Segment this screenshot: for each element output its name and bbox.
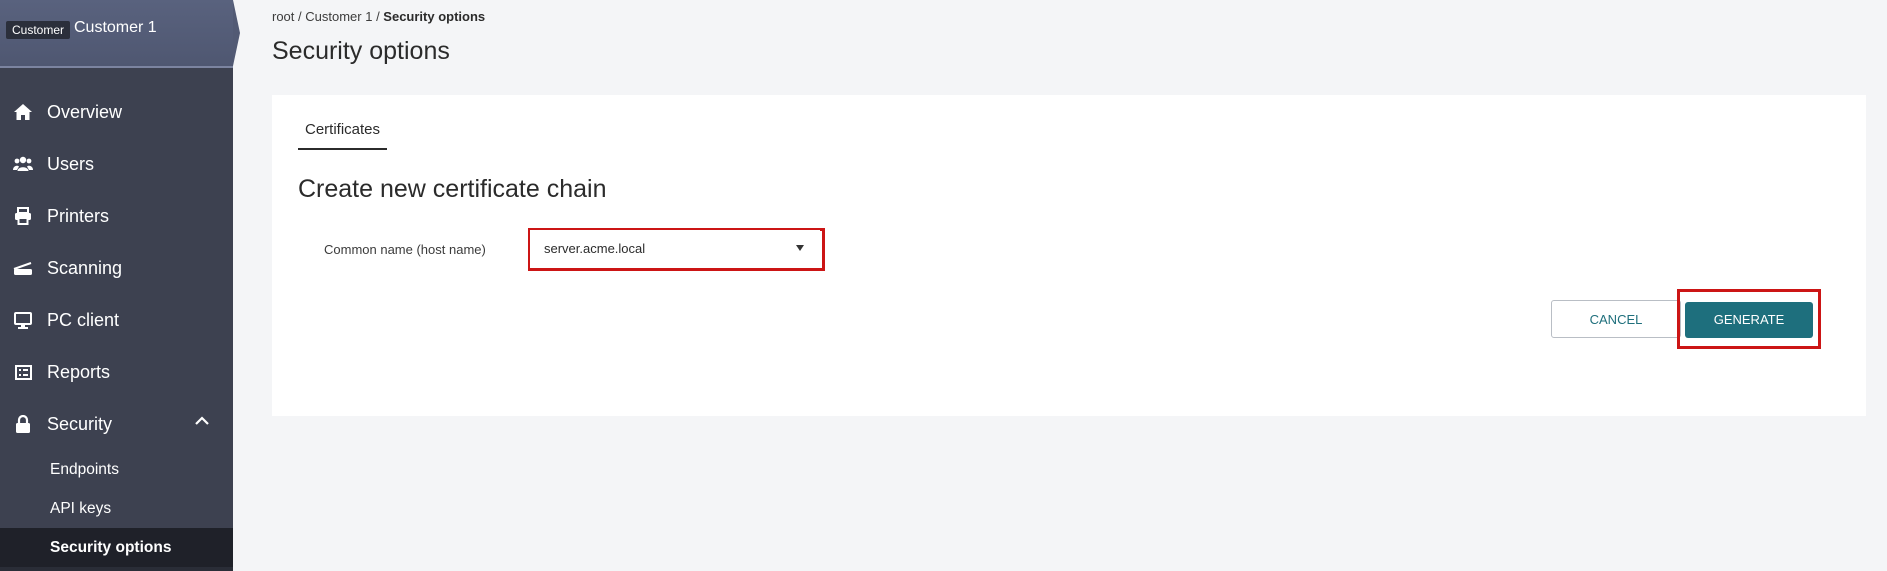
printer-icon — [13, 206, 33, 226]
sidebar-subitem-endpoints[interactable]: Endpoints — [0, 450, 233, 489]
sidebar-item-label: Security — [47, 413, 113, 434]
context-name: Customer 1 — [74, 19, 157, 36]
dropdown-arrow-icon — [796, 245, 804, 251]
monitor-icon — [13, 310, 33, 330]
sidebar-item-scanning[interactable]: Scanning — [0, 242, 233, 294]
sidebar-item-overview[interactable]: Overview — [0, 86, 233, 138]
home-icon — [13, 102, 33, 122]
main-nav: Overview Users Printers Scanning PC clie… — [0, 86, 233, 450]
page-title: Security options — [272, 37, 450, 65]
tab-certificates[interactable]: Certificates — [298, 121, 388, 150]
sidebar-item-security[interactable]: Security — [0, 398, 233, 450]
users-icon — [13, 154, 33, 174]
cancel-button[interactable]: CANCEL — [1551, 300, 1681, 338]
lock-icon — [13, 414, 33, 434]
scanner-icon — [13, 258, 33, 278]
sidebar-item-reports[interactable]: Reports — [0, 346, 233, 398]
breadcrumb-root[interactable]: root — [272, 9, 294, 24]
common-name-select[interactable]: server.acme.local — [530, 230, 820, 268]
reports-icon — [13, 362, 33, 382]
breadcrumb-separator: / — [372, 9, 384, 24]
sidebar-bottom-edge — [0, 567, 233, 571]
content-card: Certificates Create new certificate chai… — [272, 95, 1866, 416]
section-title: Create new certificate chain — [298, 175, 607, 203]
sidebar-item-label: Overview — [47, 101, 123, 122]
sidebar-item-printers[interactable]: Printers — [0, 190, 233, 242]
sidebar-subitem-api-keys[interactable]: API keys — [0, 489, 233, 528]
context-type-badge: Customer — [6, 21, 71, 39]
sidebar-item-label: Scanning — [47, 257, 123, 278]
sidebar-subitem-security-options[interactable]: Security options — [0, 528, 233, 567]
security-subnav: Endpoints API keys Security options — [0, 450, 233, 567]
breadcrumb-customer[interactable]: Customer 1 — [305, 9, 372, 24]
generate-button[interactable]: GENERATE — [1685, 302, 1813, 338]
sidebar-item-users[interactable]: Users — [0, 138, 233, 190]
breadcrumb: root / Customer 1 / Security options — [272, 9, 485, 24]
breadcrumb-separator: / — [294, 9, 306, 24]
sidebar-item-label: Printers — [47, 205, 110, 226]
breadcrumb-current: Security options — [383, 9, 486, 24]
context-arrow — [233, 0, 240, 66]
common-name-label: Common name (host name) — [324, 242, 486, 257]
sidebar-item-label: Users — [47, 153, 95, 174]
context-switcher[interactable]: Customer Customer 1 — [0, 0, 233, 68]
sidebar-item-label: Reports — [47, 361, 111, 382]
common-name-value: server.acme.local — [544, 241, 646, 256]
sidebar: Customer Customer 1 Overview Users Print… — [0, 0, 240, 571]
chevron-up-icon[interactable] — [195, 416, 209, 425]
sidebar-item-label: PC client — [47, 309, 120, 330]
sidebar-item-pc-client[interactable]: PC client — [0, 294, 233, 346]
